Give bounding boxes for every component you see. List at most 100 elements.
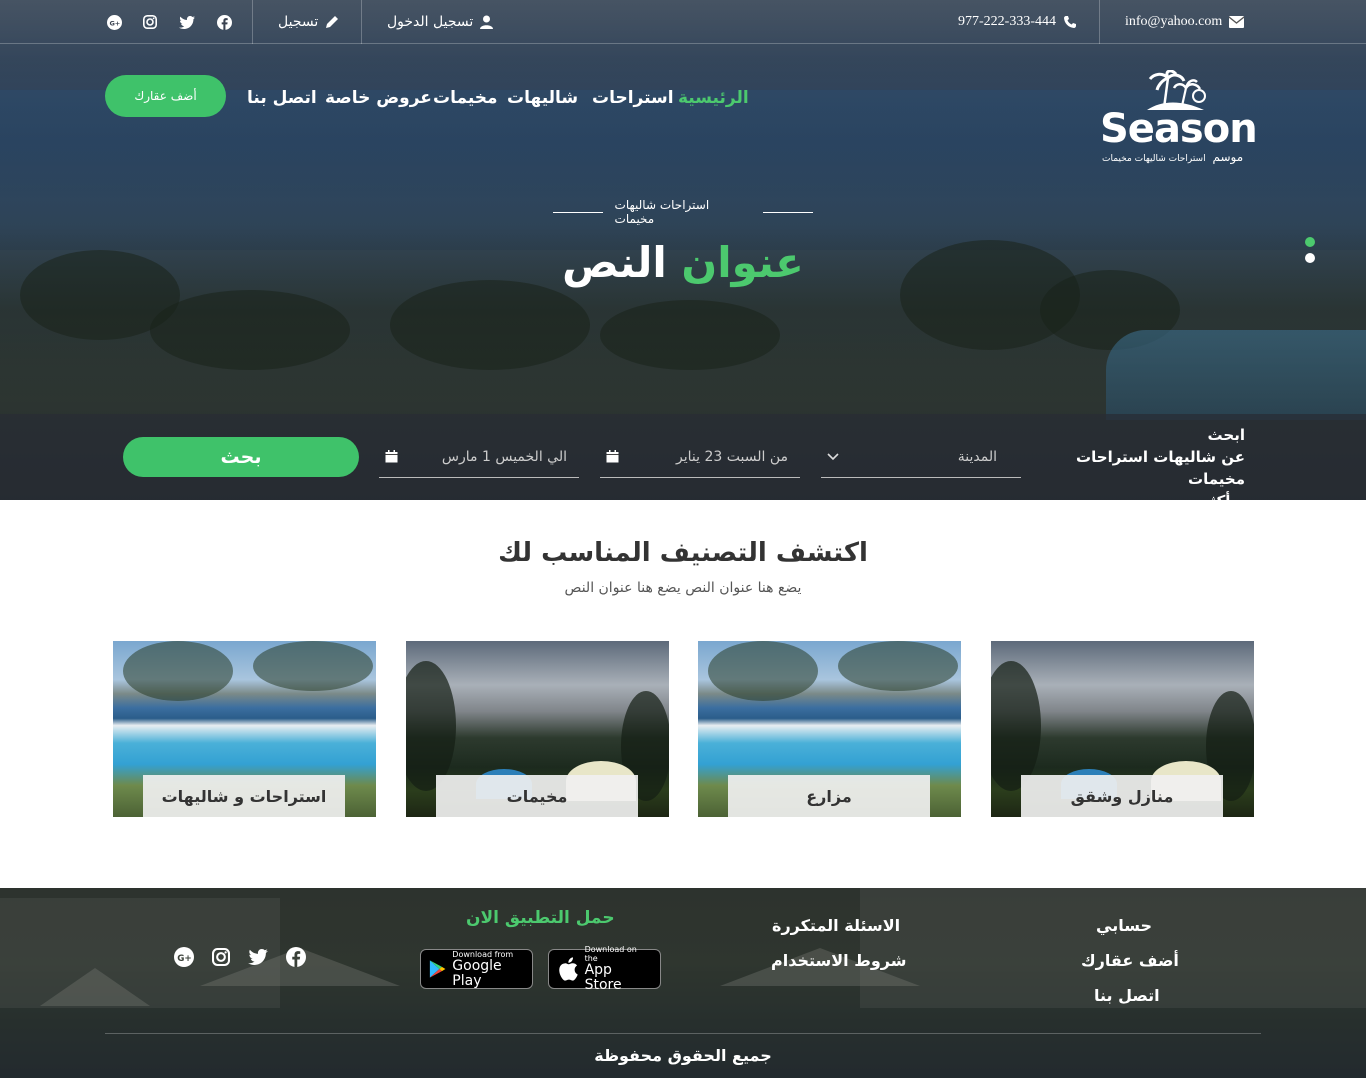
categories-subtitle: يضع هنا عنوان النص يضع هنا عنوان النص	[564, 580, 802, 596]
brand-name: Season	[1100, 106, 1258, 152]
email-link[interactable]: info@yahoo.com	[1125, 0, 1245, 44]
brand-logo[interactable]: Season موسم استراحات شاليهات مخيمات	[1100, 70, 1258, 165]
google-play-button[interactable]: Download from Google Play	[420, 949, 533, 989]
register-link[interactable]: تسجيل	[278, 0, 339, 44]
login-label: تسجيل الدخول	[387, 14, 474, 30]
envelope-icon	[1229, 16, 1245, 28]
category-label: استراحات و شاليهات	[143, 775, 345, 817]
hero-subtitle-text: استراحات شاليهات مخيمات	[614, 198, 710, 226]
topbar-divider	[252, 0, 253, 44]
category-card-farms[interactable]: مزارع	[698, 641, 961, 817]
to-date-field[interactable]: الي الخميس 1 مارس	[379, 436, 579, 478]
footer-link-terms[interactable]: شروط الاستخدام	[771, 951, 906, 970]
hero-pool-decor	[1106, 330, 1366, 420]
card-tree-decor	[838, 641, 958, 691]
brand-arabic-name: موسم	[1212, 150, 1244, 164]
category-card-apartments[interactable]: منازل وشقق	[991, 641, 1254, 817]
footer-link-contact[interactable]: اتصل بنا	[1094, 986, 1160, 1005]
search-label-line1: ابحث	[1207, 426, 1245, 444]
brand-tagline: موسم استراحات شاليهات مخيمات	[1102, 150, 1243, 164]
hero-title: عنوان النص	[483, 238, 883, 287]
card-tree-decor	[708, 641, 818, 701]
phone-text: 977-222-333-444	[958, 14, 1056, 29]
google-play-text: Download from Google Play	[452, 950, 524, 989]
hero-palm-decor	[600, 300, 780, 370]
app-download-title: حمل التطبيق الان	[466, 908, 615, 928]
topbar-divider	[1099, 0, 1100, 44]
calendar-icon	[606, 450, 619, 463]
email-text: info@yahoo.com	[1125, 14, 1223, 29]
footer: حسابي أضف عقارك اتصل بنا الاسئلة المتكرر…	[0, 888, 1366, 1078]
hero-subtitle-line	[763, 211, 813, 213]
footer-link-account[interactable]: حسابي	[1096, 916, 1152, 935]
city-select[interactable]: المدينة	[821, 436, 1021, 478]
hero-subtitle-line	[553, 211, 603, 213]
category-card-camps[interactable]: مخيمات	[406, 641, 669, 817]
twitter-icon[interactable]	[247, 946, 269, 968]
from-date-field[interactable]: من السبت 23 يناير	[600, 436, 800, 478]
phone-icon	[1064, 16, 1076, 28]
top-bar: info@yahoo.com 977-222-333-444 تسجيل الد…	[0, 0, 1366, 44]
instagram-icon[interactable]	[210, 946, 232, 968]
card-tree-decor	[123, 641, 233, 701]
hero-palm-decor	[150, 290, 350, 370]
add-property-button[interactable]: أضف عقارك	[105, 75, 226, 117]
facebook-icon[interactable]	[285, 946, 307, 968]
facebook-icon[interactable]	[215, 13, 233, 31]
slider-dot-2[interactable]	[1305, 253, 1315, 263]
search-button[interactable]: بحث	[123, 437, 359, 477]
calendar-icon	[385, 450, 398, 463]
login-link[interactable]: تسجيل الدخول	[387, 0, 494, 44]
app-store-text: Download on the App Store	[585, 945, 652, 993]
category-label: منازل وشقق	[1021, 775, 1223, 817]
chevron-down-icon	[827, 452, 839, 460]
svg-text:G+: G+	[177, 954, 192, 964]
category-label: مخيمات	[436, 775, 638, 817]
from-date-text: من السبت 23 يناير	[676, 448, 788, 465]
hero-title-green: عنوان	[681, 238, 804, 287]
copyright-text: جميع الحقوق محفوظة	[594, 1046, 772, 1065]
register-label: تسجيل	[278, 14, 319, 30]
hero-subtitle: استراحات شاليهات مخيمات	[553, 198, 813, 226]
search-label-line2: عن شاليهات استراحات مخيمات	[1076, 448, 1245, 488]
google-play-big: Google Play	[452, 957, 502, 989]
app-store-big: App Store	[584, 962, 622, 993]
hero-palm-decor	[390, 280, 590, 370]
app-store-button[interactable]: Download on the App Store	[548, 945, 661, 993]
nav-item-special-offers[interactable]: عروض خاصة	[325, 88, 432, 112]
twitter-icon[interactable]	[178, 13, 196, 31]
hero-title-white: النص	[562, 238, 667, 287]
nav-item-contact[interactable]: اتصل بنا	[247, 88, 317, 112]
user-icon	[480, 15, 494, 29]
apple-icon	[559, 957, 578, 981]
nav-item-rest-houses[interactable]: استراحات	[592, 88, 674, 112]
topbar-divider	[361, 0, 362, 44]
to-date-text: الي الخميس 1 مارس	[441, 448, 567, 465]
app-store-small: Download on the	[584, 945, 637, 963]
slider-dot-1[interactable]	[1305, 237, 1315, 247]
card-tree-decor	[991, 661, 1041, 791]
card-tree-decor	[253, 641, 373, 691]
footer-divider	[105, 1033, 1261, 1034]
city-placeholder: المدينة	[957, 448, 997, 465]
categories-title: اكتشف التصنيف المناسب لك	[498, 538, 868, 568]
footer-link-faq[interactable]: الاسئلة المتكررة	[772, 916, 900, 935]
svg-text:G+: G+	[109, 19, 120, 27]
nav-item-home[interactable]: الرئيسية	[678, 88, 749, 112]
category-card-resthouses[interactable]: استراحات و شاليهات	[113, 641, 376, 817]
brand-tagline-text: استراحات شاليهات مخيمات	[1102, 154, 1206, 164]
google-plus-icon[interactable]: G+	[105, 13, 123, 31]
phone-link[interactable]: 977-222-333-444	[958, 0, 1077, 44]
footer-link-add-property[interactable]: أضف عقارك	[1081, 951, 1179, 970]
instagram-icon[interactable]	[141, 13, 159, 31]
pencil-icon	[326, 16, 339, 28]
nav-item-camps[interactable]: مخيمات	[433, 88, 498, 112]
card-tree-decor	[406, 661, 456, 791]
hero-section: info@yahoo.com 977-222-333-444 تسجيل الد…	[0, 0, 1366, 500]
nav-item-chalets[interactable]: شاليهات	[507, 88, 578, 112]
google-play-icon	[429, 960, 446, 978]
search-label: ابحث عن شاليهات استراحات مخيمات و أكثر	[1040, 424, 1245, 500]
search-label-line3: و أكثر	[1040, 490, 1245, 500]
google-plus-icon[interactable]: G+	[173, 946, 195, 968]
search-bar: ابحث عن شاليهات استراحات مخيمات و أكثر ا…	[0, 414, 1366, 500]
